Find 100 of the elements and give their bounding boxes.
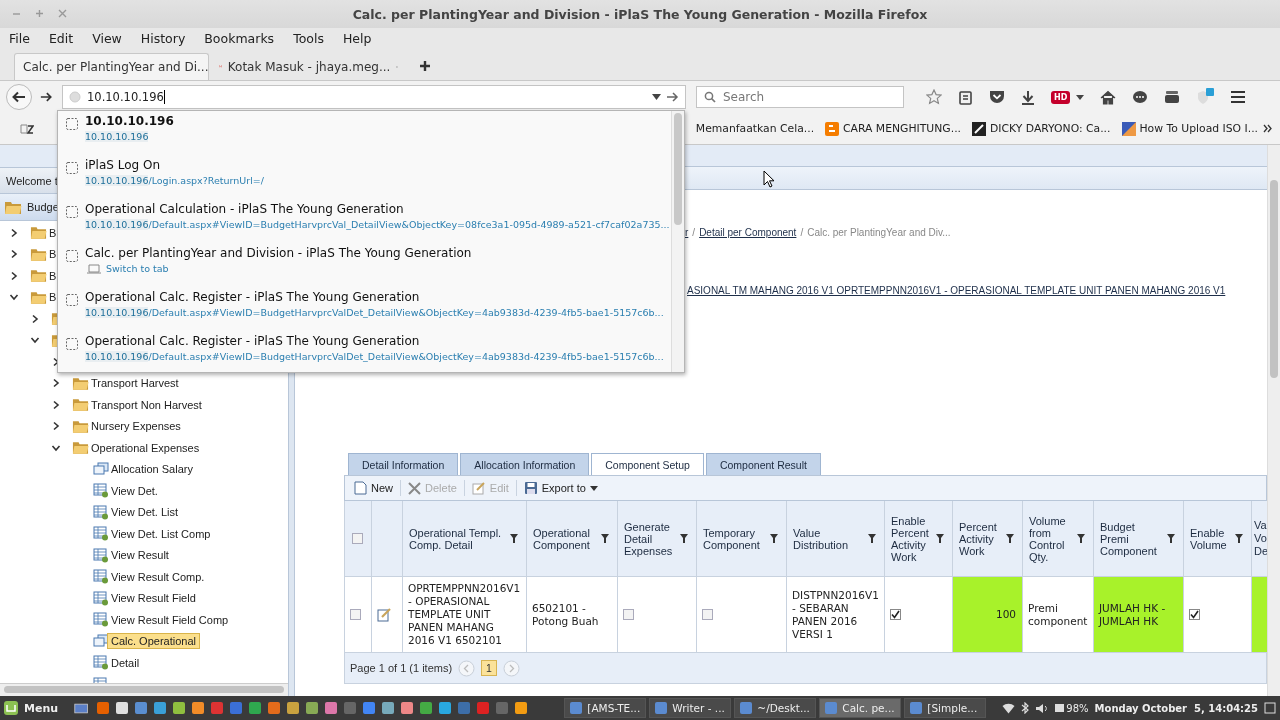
select-all-checkbox[interactable] xyxy=(351,533,363,544)
app-launcher-icon[interactable] xyxy=(400,701,415,715)
forward-icon[interactable] xyxy=(40,91,52,103)
column-header[interactable]: Operational Component xyxy=(533,526,597,551)
tree-item[interactable]: View Det. xyxy=(107,482,162,499)
filter-icon[interactable] xyxy=(1077,534,1085,543)
toolbar-button[interactable]: Export to xyxy=(520,480,601,496)
filter-icon[interactable] xyxy=(1235,534,1243,543)
detail-tab[interactable]: Component Setup xyxy=(591,453,704,475)
scrollbar[interactable] xyxy=(671,111,684,372)
shield-icon[interactable] xyxy=(1196,88,1215,106)
dropdown-icon[interactable] xyxy=(1076,94,1085,100)
menu-item[interactable]: History xyxy=(140,30,205,46)
menu-item[interactable]: Tools xyxy=(293,30,343,46)
app-launcher-icon[interactable] xyxy=(305,701,320,715)
scrollbar-thumb[interactable] xyxy=(674,113,682,225)
expand-icon[interactable] xyxy=(9,270,19,281)
taskbar-window-button[interactable]: [Simple... xyxy=(904,698,987,718)
video-icon[interactable] xyxy=(1164,90,1181,104)
collapse-icon[interactable] xyxy=(9,292,19,303)
pocket-icon[interactable] xyxy=(989,90,1005,104)
app-launcher-icon[interactable] xyxy=(438,701,453,715)
tree-item[interactable]: View Result Field xyxy=(107,590,200,607)
bookmark-icon[interactable] xyxy=(20,122,34,135)
filter-icon[interactable] xyxy=(1167,534,1175,543)
tree-item[interactable]: View Result xyxy=(107,547,173,564)
taskbar-window-button[interactable]: Calc. pe... xyxy=(819,698,902,718)
app-launcher-icon[interactable] xyxy=(115,701,130,715)
collapse-icon[interactable] xyxy=(30,335,40,346)
clock[interactable]: Monday October 5, 14:04:25 xyxy=(1094,702,1258,714)
filter-icon[interactable] xyxy=(1006,534,1014,543)
tree-item[interactable]: Nursery Expenses xyxy=(87,418,185,435)
menu-item[interactable]: Edit xyxy=(48,30,93,46)
tree-item[interactable]: Transport Harvest xyxy=(87,375,183,392)
suggestion-item[interactable]: Operational Calc. Register - iPlaS The Young Generation 10.10.10.196/Default.aspx#ViewID=BudgetHarvprcValDet_DetailView&ObjectKey=4ab9383d-4239-4fb5-bae1-5157c6b... xyxy=(58,334,671,378)
detail-tab[interactable]: Component Result xyxy=(705,453,821,475)
expand-icon[interactable] xyxy=(51,399,61,410)
bookmark-item[interactable]: How To Upload ISO I... xyxy=(1121,121,1258,136)
detail-tab[interactable]: Detail Information xyxy=(348,453,459,475)
filter-icon[interactable] xyxy=(770,534,778,543)
column-header[interactable]: Enable Percent Activity Work xyxy=(891,514,932,563)
home-icon[interactable] xyxy=(1100,89,1117,105)
suggestion-item[interactable]: iPlaS Log On 10.10.10.196/Login.aspx?ReturnUrl=/ xyxy=(58,158,671,202)
app-launcher-icon[interactable] xyxy=(324,701,339,715)
filter-icon[interactable] xyxy=(680,534,688,543)
expand-icon[interactable] xyxy=(9,249,19,260)
tree-item[interactable]: Detail xyxy=(107,654,144,671)
star-icon[interactable] xyxy=(926,89,942,105)
tree-item[interactable]: View Result Comp. xyxy=(107,568,209,585)
app-launcher-icon[interactable] xyxy=(191,701,206,715)
column-header[interactable]: Value Distribution xyxy=(793,526,864,551)
tree-item[interactable]: Allocation Salary xyxy=(107,461,197,478)
menu-item[interactable]: Bookmarks xyxy=(204,30,294,46)
search-field[interactable]: Search xyxy=(696,86,904,108)
taskbar-window-button[interactable]: ~/Deskt... xyxy=(734,698,817,718)
column-header[interactable]: Temporary Component xyxy=(703,526,766,551)
menu-item[interactable]: Help xyxy=(342,30,391,46)
tree-item[interactable]: View Det. List Comp xyxy=(107,525,215,542)
filter-icon[interactable] xyxy=(936,534,944,543)
app-launcher-icon[interactable] xyxy=(419,701,434,715)
column-header[interactable]: Percent Activity Work xyxy=(959,520,1002,557)
taskbar-window-button[interactable]: [AMS-TE... xyxy=(564,698,647,718)
bluetooth-icon[interactable] xyxy=(1021,702,1030,714)
new-tab-icon[interactable] xyxy=(420,61,430,71)
tree-item[interactable]: Operational Expenses xyxy=(87,439,204,456)
tree-item[interactable]: B xyxy=(45,267,61,284)
tree-item[interactable]: Calc. Operational xyxy=(107,633,200,650)
app-launcher-icon[interactable] xyxy=(267,701,282,715)
app-launcher-icon[interactable] xyxy=(381,701,396,715)
address-field[interactable]: 10.10.10.196 xyxy=(62,85,686,109)
filter-icon[interactable] xyxy=(510,534,518,543)
wifi-icon[interactable] xyxy=(1002,702,1016,714)
tree-item[interactable]: View Det. List xyxy=(107,504,183,521)
row-checkbox[interactable] xyxy=(350,609,361,620)
volume-icon[interactable] xyxy=(1035,702,1049,714)
column-header[interactable]: Enable Volume xyxy=(1190,526,1231,551)
filter-icon[interactable] xyxy=(868,534,876,543)
page-button[interactable]: 1 xyxy=(481,660,497,676)
taskbar-window-button[interactable]: Writer - ... xyxy=(649,698,732,718)
scrollbar-thumb[interactable] xyxy=(4,686,284,693)
app-launcher-icon[interactable] xyxy=(286,701,301,715)
suggestion-item[interactable]: 10.10.10.196 10.10.10.196 xyxy=(58,114,671,158)
menu-item[interactable]: File xyxy=(9,30,49,46)
hd-badge[interactable]: HD xyxy=(1051,90,1071,104)
column-header[interactable]: Budget Premi Component xyxy=(1100,520,1163,557)
chat-icon[interactable] xyxy=(1132,89,1149,105)
reading-list-icon[interactable] xyxy=(958,89,973,105)
battery-icon[interactable] xyxy=(1054,702,1067,714)
bookmark-item[interactable]: DICKY DARYONO: Ca... xyxy=(972,121,1111,136)
tree-item[interactable]: Transport Non Harvest xyxy=(87,396,206,413)
suggestion-item[interactable]: Operational Calculation - iPlaS The Young Generation 10.10.10.196/Default.aspx#ViewID=BudgetHarvprcVal_DetailView&ObjectKey=08fce3a1-095d-4989-a521-cf7caf02a735... xyxy=(58,202,671,246)
browser-tab[interactable]: Calc. per PlantingYear and Di... xyxy=(14,53,209,80)
bookmark-item[interactable]: Memanfaatkan Cela... xyxy=(695,122,815,135)
column-header[interactable]: Va Vo De xyxy=(1254,519,1267,558)
column-header[interactable]: Generate Detail Expenses xyxy=(624,520,676,557)
toolbar-button[interactable]: New xyxy=(351,480,396,496)
breadcrumb-link[interactable]: r xyxy=(685,227,689,238)
scrollbar[interactable] xyxy=(0,683,288,696)
filter-icon[interactable] xyxy=(601,534,609,543)
tree-item[interactable]: B xyxy=(45,224,61,241)
